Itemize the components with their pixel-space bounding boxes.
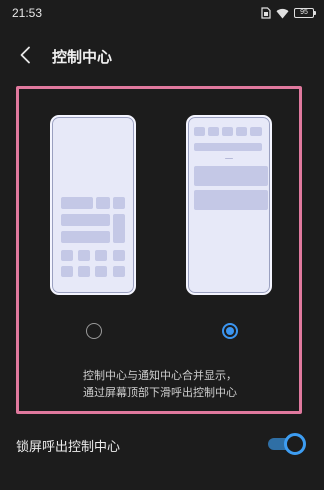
preview-tile (61, 197, 93, 209)
header: 控制中心 (0, 40, 324, 72)
preview-tile (222, 127, 233, 136)
control-center-settings-screen: 21:53 95 控制中心 控制中心与通知中心合并显示， 通过屏幕顶部下滑呼出控… (0, 0, 324, 490)
style-description: 控制中心与通知中心合并显示， 通过屏幕顶部下滑呼出控制中心 (20, 367, 300, 401)
preview-tile (208, 127, 219, 136)
preview-tile (78, 250, 90, 261)
chevron-left-icon (19, 46, 31, 68)
separate-style-radio[interactable] (86, 323, 102, 339)
preview-tile (250, 127, 262, 136)
preview-tile (61, 250, 73, 261)
preview-tile (113, 197, 125, 209)
preview-tile (95, 250, 107, 261)
preview-tile (61, 266, 73, 277)
preview-tile (113, 214, 125, 243)
status-icons: 95 (261, 6, 316, 20)
merged-style-preview[interactable] (186, 115, 272, 295)
status-bar: 21:53 95 (0, 0, 324, 26)
preview-tile (113, 266, 125, 277)
toggle-knob (284, 433, 306, 455)
lockscreen-control-center-toggle[interactable] (268, 433, 306, 455)
battery-icon: 95 (294, 8, 316, 18)
lockscreen-control-center-row[interactable]: 锁屏呼出控制中心 (0, 425, 324, 465)
preview-notification (194, 166, 268, 186)
preview-notification (194, 190, 268, 210)
battery-level: 95 (300, 9, 308, 16)
preview-tile (95, 266, 107, 277)
preview-divider (225, 158, 233, 159)
preview-tile (236, 127, 247, 136)
preview-tile (113, 250, 125, 261)
preview-tile (96, 197, 110, 209)
status-time: 21:53 (12, 6, 43, 20)
sim-icon (261, 7, 271, 19)
separate-style-preview[interactable] (50, 115, 136, 295)
description-line-1: 控制中心与通知中心合并显示， (83, 369, 237, 382)
merged-style-radio[interactable] (222, 323, 238, 339)
preview-tile (194, 127, 205, 136)
preview-tile (61, 231, 110, 243)
lockscreen-control-center-label: 锁屏呼出控制中心 (16, 440, 121, 455)
description-line-2: 通过屏幕顶部下滑呼出控制中心 (83, 386, 237, 399)
preview-tile (194, 143, 262, 151)
back-button[interactable] (12, 44, 38, 70)
wifi-icon (276, 8, 289, 19)
preview-tile (61, 214, 110, 226)
page-title: 控制中心 (52, 48, 113, 66)
preview-tile (78, 266, 90, 277)
